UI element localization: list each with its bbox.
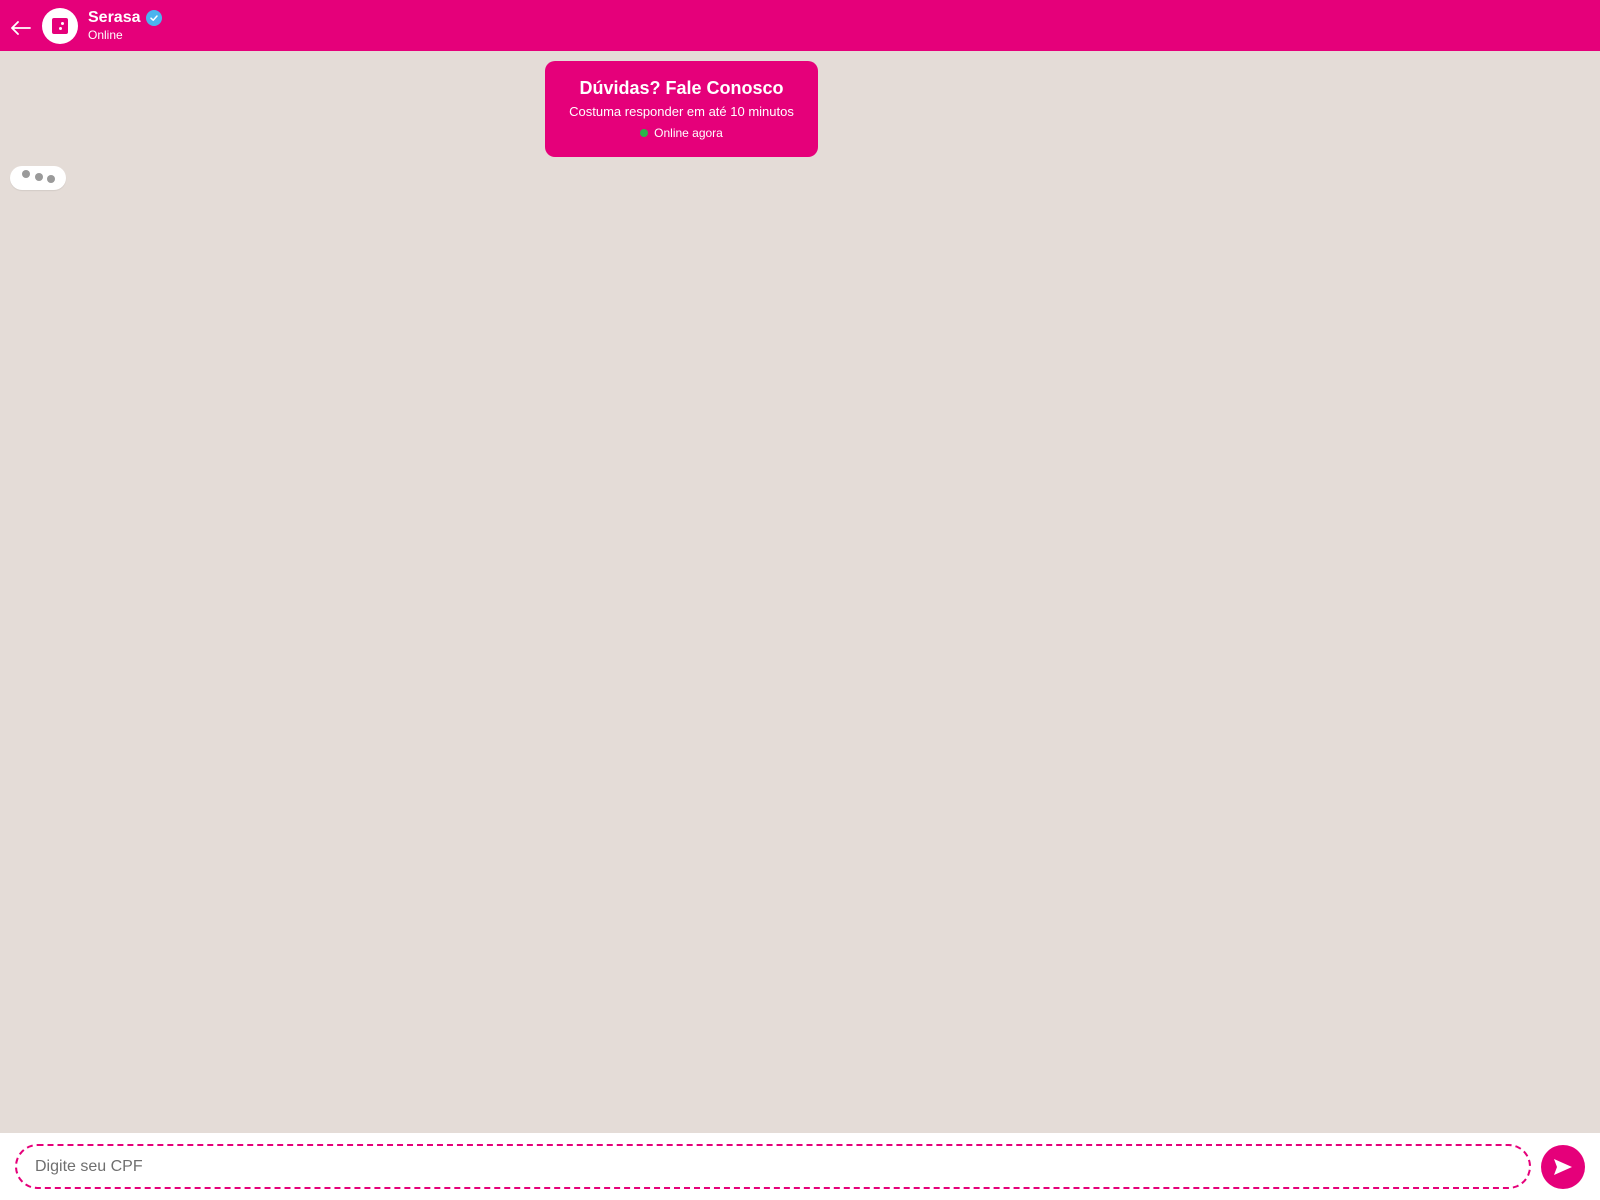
contact-name: Serasa: [88, 9, 141, 26]
chat-header: Serasa Online: [0, 0, 1600, 51]
info-card-title: Dúvidas? Fale Conosco: [579, 78, 784, 98]
back-button[interactable]: [10, 17, 32, 39]
typing-dot: [47, 175, 55, 183]
arrow-left-icon: [11, 20, 31, 35]
verified-check-icon: [145, 10, 162, 26]
contact-info: Serasa Online: [88, 9, 162, 42]
avatar: [42, 7, 78, 44]
contact-info-card: Dúvidas? Fale Conosco Costuma responder …: [545, 61, 818, 157]
typing-dot: [22, 170, 30, 178]
send-icon: [1554, 1159, 1572, 1175]
online-label: Online agora: [654, 126, 723, 140]
contact-status: Online: [88, 28, 123, 42]
online-dot-icon: [640, 129, 649, 137]
chat-app: Serasa Online Dúvidas? Fale Conosco Cost…: [0, 0, 1600, 1200]
info-card-subtitle: Costuma responder em até 10 minutos: [569, 104, 794, 119]
serasa-logo-icon: [52, 17, 68, 34]
send-button[interactable]: [1541, 1145, 1585, 1189]
contact-name-row: Serasa: [88, 9, 162, 27]
typing-dot: [35, 173, 43, 181]
message-composer: [0, 1133, 1600, 1200]
cpf-input[interactable]: [15, 1144, 1531, 1189]
online-indicator: Online agora: [545, 126, 818, 140]
typing-indicator: [10, 166, 66, 190]
